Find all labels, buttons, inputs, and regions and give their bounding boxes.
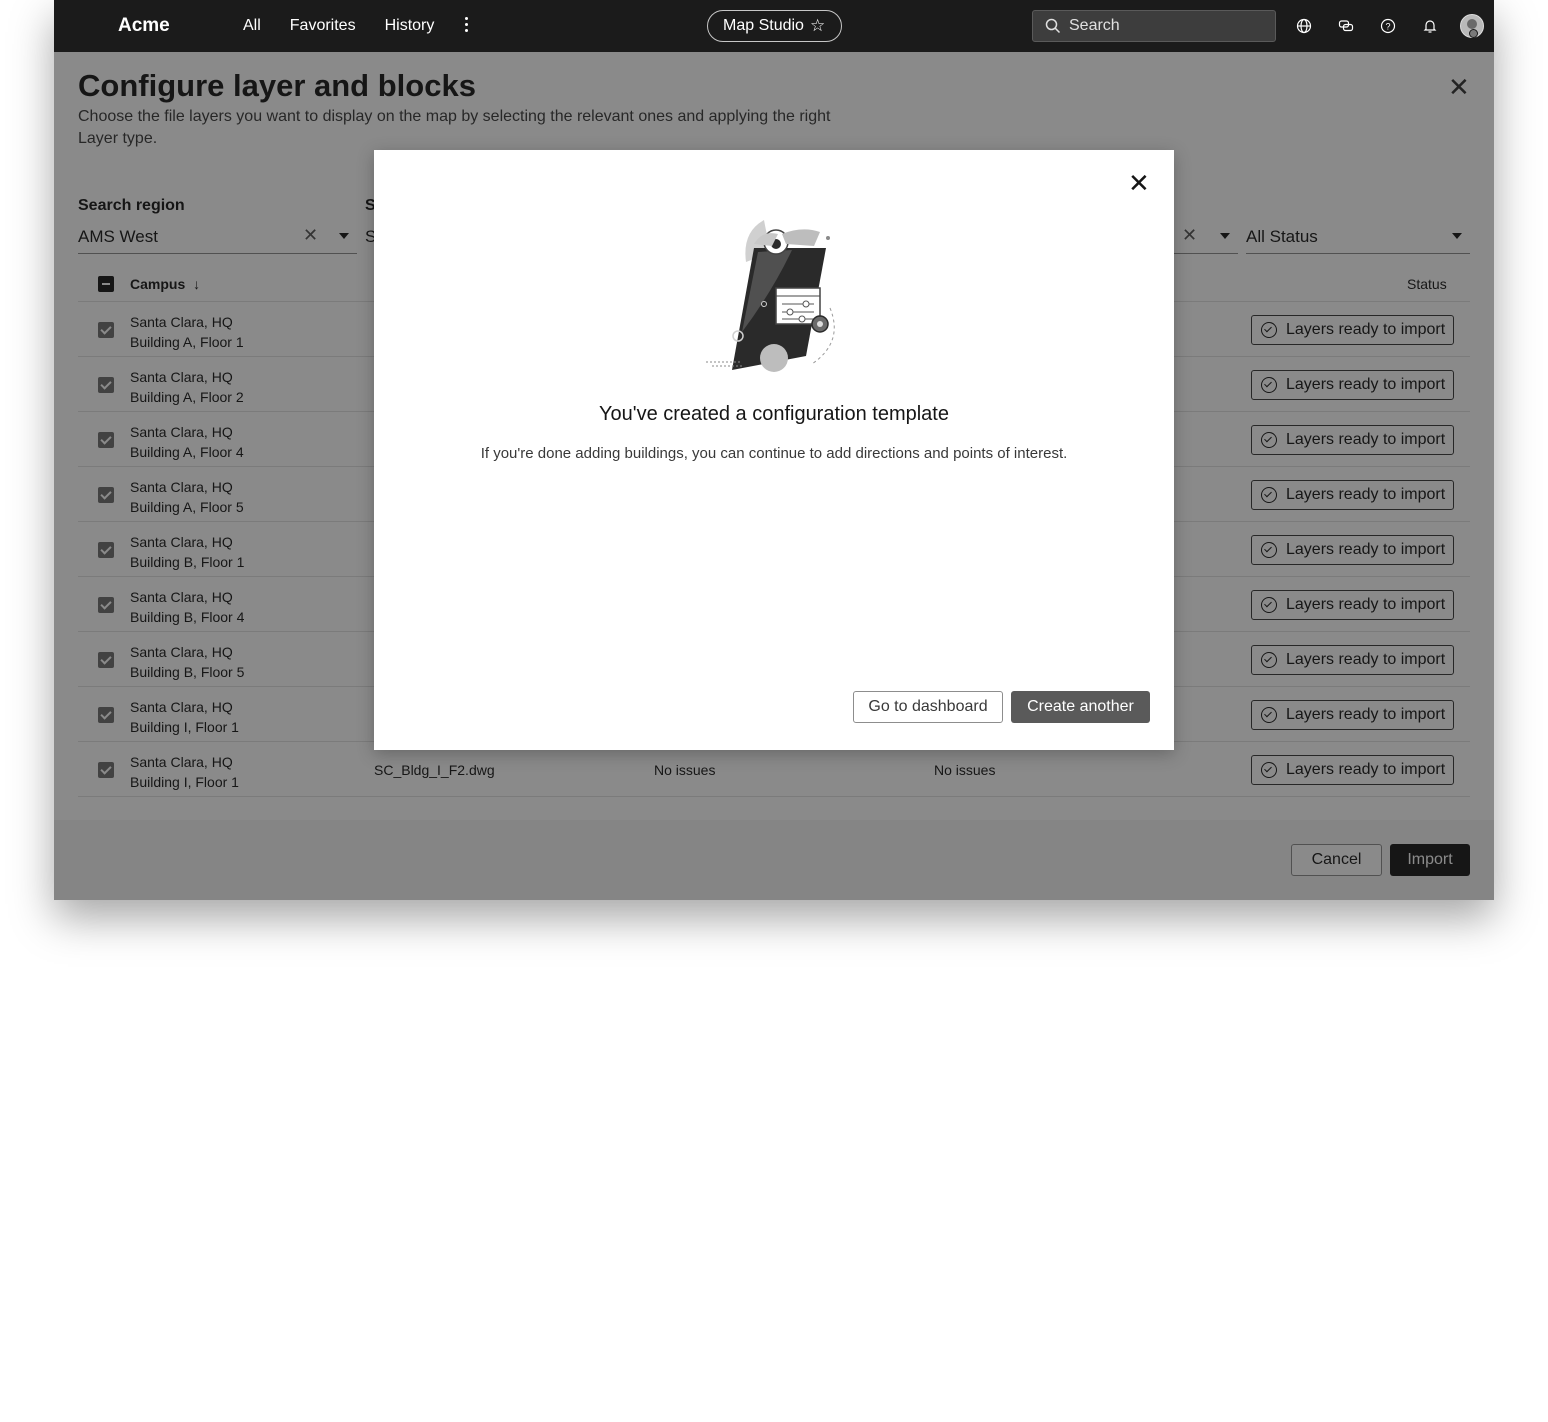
modal-body-text: If you're done adding buildings, you can… xyxy=(480,445,1068,462)
globe-icon[interactable] xyxy=(1292,14,1316,38)
overflow-menu-icon[interactable] xyxy=(462,17,470,35)
success-modal: ✕ You've created a configuration templat… xyxy=(374,150,1174,750)
nav-history[interactable]: History xyxy=(385,17,435,35)
search-input[interactable]: Search xyxy=(1032,10,1276,42)
chat-icon[interactable] xyxy=(1334,14,1358,38)
search-icon xyxy=(1045,18,1061,34)
go-to-dashboard-button[interactable]: Go to dashboard xyxy=(853,691,1003,723)
app-name: Map Studio xyxy=(723,17,804,34)
svg-text:?: ? xyxy=(1385,22,1390,32)
help-icon[interactable]: ? xyxy=(1376,14,1400,38)
brand-logo[interactable]: Acme xyxy=(118,15,170,37)
nav-favorites[interactable]: Favorites xyxy=(290,17,356,35)
status-dot-icon xyxy=(1469,29,1478,38)
close-icon[interactable]: ✕ xyxy=(1128,168,1150,199)
main-nav: All Favorites History xyxy=(243,0,463,52)
search-placeholder: Search xyxy=(1069,17,1120,34)
nav-all[interactable]: All xyxy=(243,17,261,35)
create-another-button[interactable]: Create another xyxy=(1011,691,1150,723)
notification-bell-icon[interactable] xyxy=(1418,14,1442,38)
top-bar: Acme All Favorites History Map Studio ☆ … xyxy=(54,0,1494,52)
modal-title: You've created a configuration template xyxy=(599,403,949,425)
star-icon[interactable]: ☆ xyxy=(810,16,825,36)
configuration-illustration xyxy=(706,220,835,372)
toolbar-icons: ? xyxy=(1292,14,1484,38)
app-switcher-pill[interactable]: Map Studio ☆ xyxy=(707,10,842,42)
